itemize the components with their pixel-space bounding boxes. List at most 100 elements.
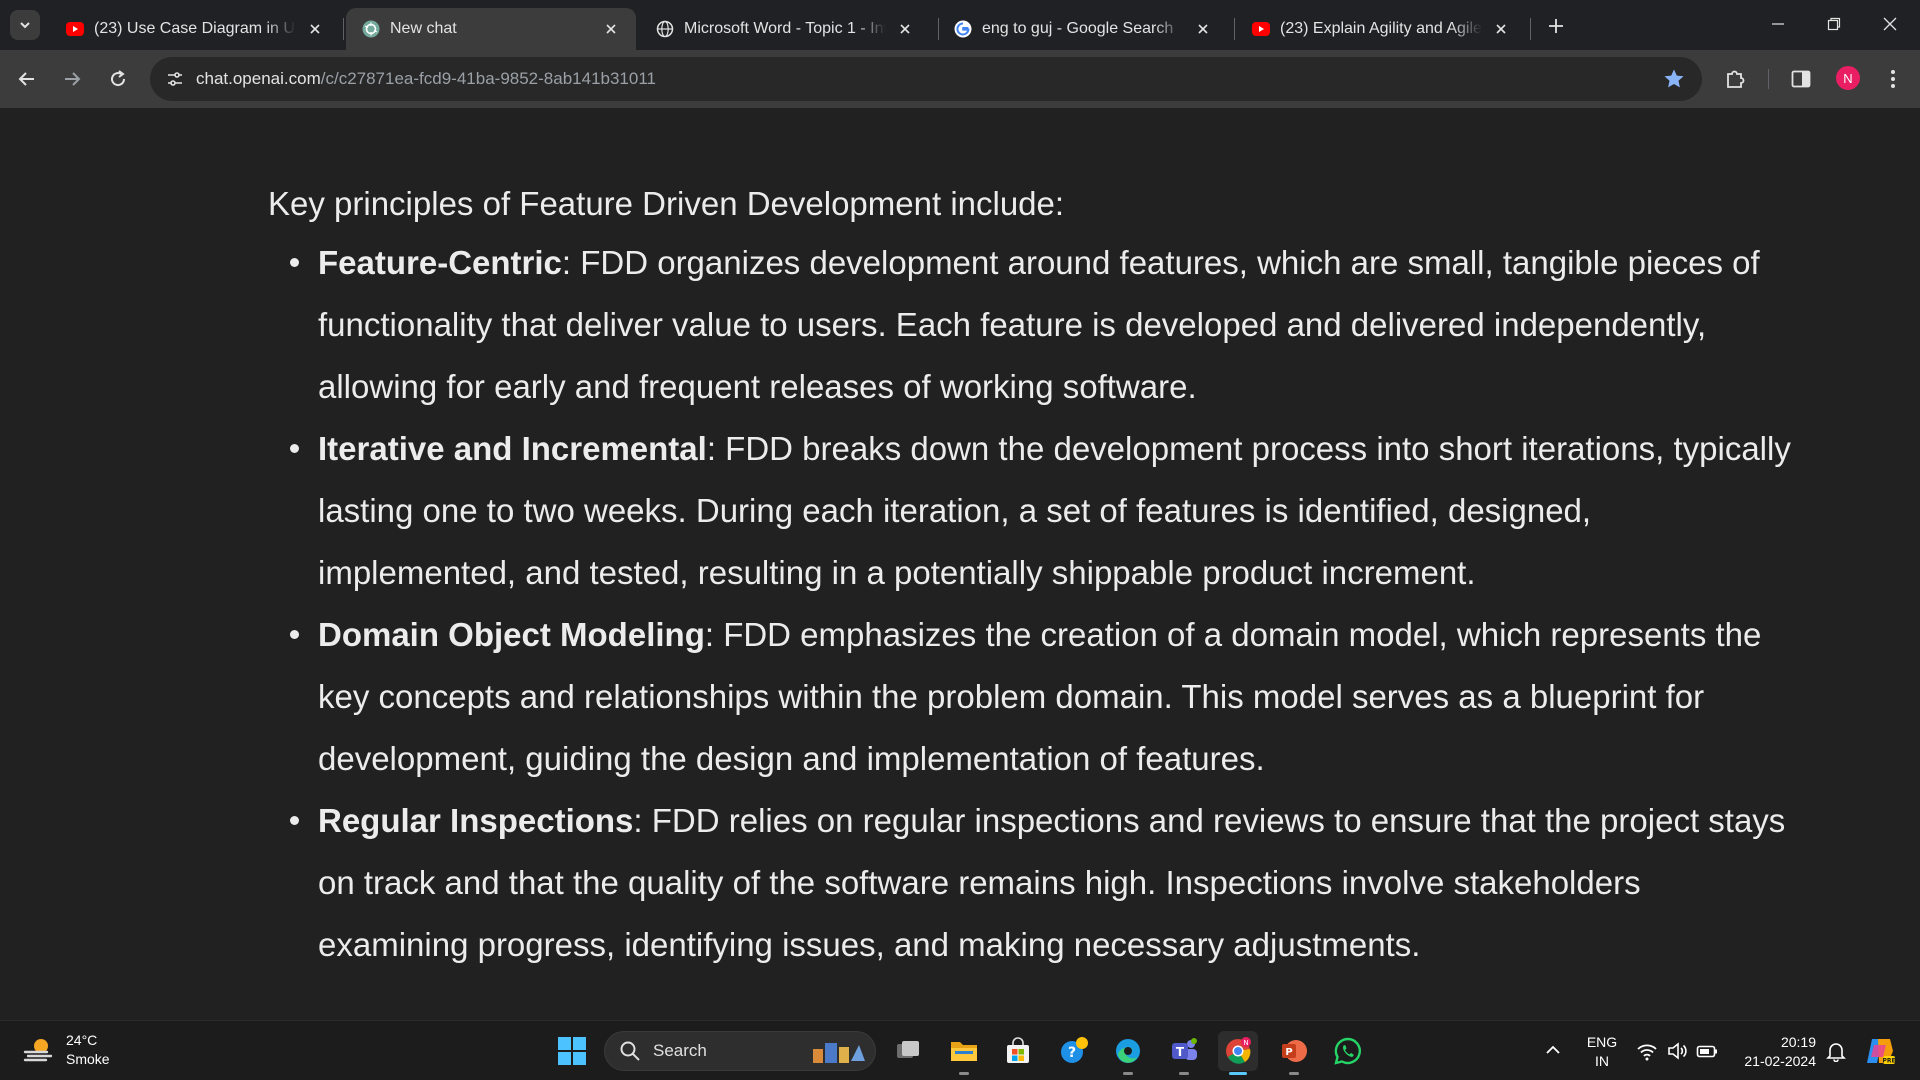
tips-button[interactable]: ? [1054,1031,1094,1071]
clock-date: 21-02-2024 [1744,1053,1816,1069]
edge-button[interactable] [1108,1031,1148,1075]
minimize-button[interactable] [1756,6,1800,42]
weather-condition: Smoke [66,1051,110,1067]
restore-icon [1827,17,1841,31]
principle-term: Domain Object Modeling [318,616,705,653]
file-explorer-button[interactable] [944,1031,984,1075]
task-view-icon [897,1041,919,1058]
whatsapp-button[interactable] [1328,1031,1368,1071]
youtube-icon [1252,20,1270,38]
battery-icon[interactable] [1696,1040,1718,1062]
close-icon[interactable] [894,18,916,40]
taskbar-search-box[interactable]: Search [604,1031,876,1071]
tab-explain-agility[interactable]: (23) Explain Agility and Agile Pr [1236,8,1526,50]
weather-temperature: 24°C [66,1032,98,1048]
clock-time: 20:19 [1780,1034,1816,1050]
kebab-menu-icon [1891,70,1895,88]
windows-start-icon[interactable] [556,1035,588,1067]
list-item: Regular Inspections: FDD relies on regul… [290,790,1798,976]
microsoft-store-button[interactable] [998,1031,1038,1071]
search-icon [620,1041,640,1061]
close-icon[interactable] [1192,18,1214,40]
principle-term: Feature-Centric [318,244,562,281]
volume-icon[interactable] [1666,1040,1688,1062]
principle-term: Regular Inspections [318,802,634,839]
wifi-icon[interactable] [1636,1040,1658,1062]
windows-taskbar: 24°C Smoke Search ? T N P ENG IN 20:19 2… [0,1020,1920,1080]
powerpoint-button[interactable]: P [1274,1031,1314,1075]
close-icon[interactable] [304,18,326,40]
task-view-button[interactable] [888,1031,928,1071]
running-indicator [1229,1072,1247,1075]
tab-separator [343,18,344,40]
arrow-left-icon [18,72,34,86]
close-window-button[interactable] [1868,6,1912,42]
tab-search-button[interactable] [10,10,40,40]
tab-title: Microsoft Word - Topic 1 - Intro [684,20,886,37]
address-bar[interactable]: chat.openai.com/c/c27871ea-fcd9-41ba-985… [150,57,1702,101]
minimize-icon [1772,23,1784,25]
restore-button[interactable] [1812,6,1856,42]
edge-icon [1116,1039,1140,1063]
close-icon [1883,17,1897,31]
running-indicator [1289,1072,1299,1075]
svg-text:?: ? [1068,1045,1076,1061]
list-item: Domain Object Modeling: FDD emphasizes t… [290,604,1798,790]
language-region: IN [1595,1053,1609,1069]
tab-new-chat[interactable]: New chat [346,8,636,50]
haze-sun-icon [23,1039,53,1062]
svg-text:T: T [1176,1045,1185,1059]
list-item: Iterative and Incremental: FDD breaks do… [290,418,1798,604]
running-indicator [1123,1072,1133,1075]
language-indicator[interactable]: ENG IN [1580,1033,1624,1071]
reload-button[interactable] [102,63,134,95]
menu-button[interactable] [1880,66,1906,92]
svg-text:P: P [1285,1047,1292,1058]
notification-bell-icon[interactable] [1825,1040,1847,1062]
url-text[interactable]: chat.openai.com/c/c27871ea-fcd9-41ba-985… [196,69,656,89]
url-host: chat.openai.com [196,69,321,88]
profile-avatar[interactable]: N [1836,66,1860,90]
tab-separator [1234,18,1235,40]
principles-list: Feature-Centric: FDD organizes developme… [290,232,1798,976]
taskbar-search-label: Search [653,1041,707,1060]
svg-text:PRE: PRE [1882,1058,1895,1065]
new-tab-button[interactable] [1542,12,1570,40]
tab-google-search[interactable]: eng to guj - Google Search [938,8,1228,50]
tab-separator [1530,18,1531,40]
extensions-button[interactable] [1722,66,1748,92]
youtube-icon [66,20,84,38]
running-indicator [959,1072,969,1075]
close-icon[interactable] [1490,18,1512,40]
side-panel-button[interactable] [1788,66,1814,92]
tab-title: (23) Use Case Diagram in UML | [94,20,296,37]
teams-icon: T [1172,1038,1197,1060]
site-info-icon[interactable] [162,66,188,92]
copilot-icon[interactable]: PRE [1864,1035,1896,1067]
svg-text:N: N [1243,1039,1248,1047]
tab-microsoft-word[interactable]: Microsoft Word - Topic 1 - Intro [640,8,930,50]
tab-title: New chat [390,20,457,37]
close-icon[interactable] [600,18,622,40]
weather-widget[interactable]: 24°C Smoke [22,1031,110,1069]
puzzle-icon [1727,70,1745,88]
teams-button[interactable]: T [1164,1031,1204,1075]
system-clock[interactable]: 20:19 21-02-2024 [1730,1033,1816,1071]
chat-content-area: Key principles of Feature Driven Develop… [0,108,1920,1020]
chevron-up-icon[interactable] [1542,1039,1564,1061]
chrome-button[interactable]: N [1218,1031,1258,1075]
file-explorer-icon [951,1042,977,1061]
running-indicator [1179,1072,1189,1075]
bookmark-star-icon[interactable] [1662,67,1686,91]
tab-title: eng to guj - Google Search [982,20,1174,37]
forward-button[interactable] [56,63,88,95]
tips-icon: ? [1061,1037,1088,1063]
language-code: ENG [1586,1034,1618,1050]
browser-tab-strip: (23) Use Case Diagram in UML | New chat … [0,0,1920,50]
powerpoint-icon: P [1282,1040,1307,1062]
back-button[interactable] [11,63,43,95]
list-item: Feature-Centric: FDD organizes developme… [290,232,1798,418]
tab-use-case-diagram[interactable]: (23) Use Case Diagram in UML | [50,8,340,50]
url-path: /c/c27871ea-fcd9-41ba-9852-8ab141b31011 [320,69,656,88]
chatgpt-icon [362,20,380,38]
